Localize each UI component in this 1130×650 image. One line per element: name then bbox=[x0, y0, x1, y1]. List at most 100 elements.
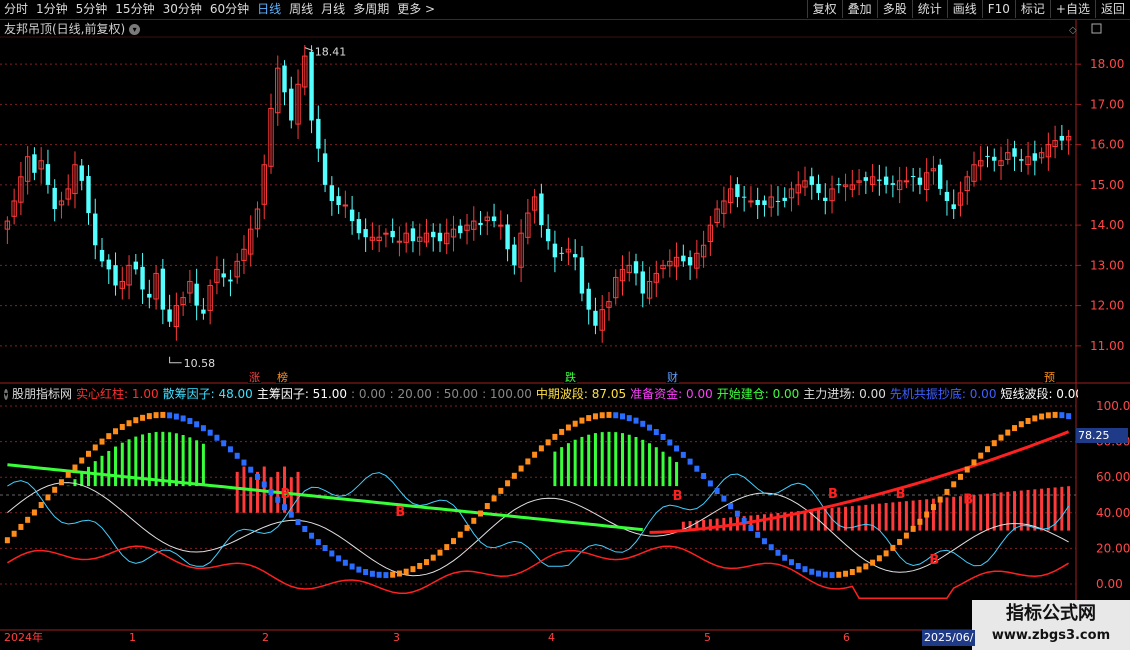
chevron-down-icon[interactable]: ▾ bbox=[4, 388, 9, 400]
buy-signal-5: B bbox=[929, 553, 939, 568]
candle-body-152 bbox=[1032, 153, 1038, 161]
event-tag-1: 榜 bbox=[277, 370, 288, 384]
wave-step-35 bbox=[241, 459, 247, 466]
wave-step-92 bbox=[626, 415, 632, 422]
wave-step-91 bbox=[619, 413, 625, 420]
wave-step-37 bbox=[254, 474, 260, 481]
date-axis: 2024年 1 2 3 4 5 6 2025/06/ bbox=[0, 630, 1076, 646]
buy-signal-6: B bbox=[963, 492, 973, 507]
wave-step-100 bbox=[680, 451, 686, 458]
chart-canvas[interactable]: 18.00 17.00 16.00 15.00 14.00 13.00 12.00 11.00… bbox=[0, 0, 1130, 650]
wave-step-122 bbox=[829, 572, 835, 579]
green-bar-22 bbox=[154, 432, 158, 487]
red-bar-113 bbox=[769, 513, 773, 531]
wave-step-145 bbox=[985, 446, 991, 453]
green-bar-97 bbox=[661, 451, 665, 487]
green-bar-92 bbox=[627, 434, 631, 487]
wave-step-12 bbox=[85, 450, 91, 457]
wave-step-73 bbox=[498, 487, 504, 494]
red-bar-146 bbox=[992, 493, 996, 531]
wave-step-138 bbox=[937, 496, 943, 503]
wave-step-39 bbox=[268, 489, 274, 496]
green-bar-82 bbox=[560, 447, 564, 487]
wave-step-140 bbox=[951, 481, 957, 488]
wave-step-114 bbox=[775, 549, 781, 556]
red-bar-129 bbox=[877, 503, 881, 531]
candle-body-109 bbox=[741, 196, 747, 198]
candle-body-19 bbox=[133, 261, 139, 270]
candle-body-101 bbox=[687, 257, 693, 266]
wave-step-115 bbox=[782, 554, 788, 561]
indicator-name[interactable]: 股朋指标网 bbox=[12, 386, 72, 402]
candle-body-23 bbox=[160, 268, 166, 310]
wave-step-41 bbox=[282, 504, 288, 511]
candle-body-140 bbox=[951, 204, 956, 210]
indicator-field-3: : 0.00 bbox=[351, 387, 386, 401]
wave-step-15 bbox=[106, 433, 112, 440]
green-bar-93 bbox=[634, 436, 638, 487]
candle-body-108 bbox=[735, 184, 740, 197]
wave-step-43 bbox=[295, 518, 301, 525]
wave-step-87 bbox=[592, 413, 598, 420]
wave-step-63 bbox=[430, 554, 436, 561]
candle-body-131 bbox=[890, 183, 896, 185]
wave-step-65 bbox=[444, 544, 450, 551]
candle-body-145 bbox=[985, 155, 990, 157]
buy-signal-4: B bbox=[896, 487, 906, 502]
red-bar-141 bbox=[958, 496, 962, 531]
wave-step-111 bbox=[755, 531, 761, 538]
wave-step-93 bbox=[633, 417, 639, 424]
wave-step-143 bbox=[971, 459, 977, 466]
indicator-field-7: 中期波段: 87.05 bbox=[535, 387, 627, 401]
candle-body-50 bbox=[342, 204, 349, 207]
red-mid-bar-34 bbox=[235, 471, 239, 513]
date-label-5: 5 bbox=[704, 631, 711, 644]
candle-body-51 bbox=[349, 209, 355, 222]
wave-step-19 bbox=[133, 417, 139, 424]
wave-step-46 bbox=[315, 539, 321, 546]
price-label-4: 14.00 bbox=[1090, 218, 1124, 232]
candle-body-127 bbox=[863, 177, 869, 181]
green-bar-10 bbox=[73, 479, 77, 487]
green-bar-25 bbox=[174, 433, 178, 487]
candle-body-7 bbox=[52, 187, 57, 210]
red-mid-bar-43 bbox=[296, 471, 300, 513]
wave-step-121 bbox=[822, 571, 828, 578]
wave-step-82 bbox=[559, 428, 565, 435]
wave-step-148 bbox=[1005, 429, 1011, 436]
candle-body-82 bbox=[559, 252, 564, 254]
green-bar-87 bbox=[593, 433, 597, 487]
wave-step-149 bbox=[1012, 425, 1018, 432]
wave-step-156 bbox=[1059, 412, 1065, 419]
candle-body-24 bbox=[167, 309, 172, 322]
red-bar-106 bbox=[722, 517, 726, 531]
wave-step-53 bbox=[363, 569, 369, 576]
wave-step-48 bbox=[329, 550, 335, 557]
price-label-1: 17.00 bbox=[1090, 97, 1124, 111]
red-bar-139 bbox=[945, 497, 949, 531]
candle-body-48 bbox=[329, 185, 335, 201]
watermark-line1: 指标公式网 bbox=[1006, 603, 1096, 624]
event-tag-4: 预 bbox=[1044, 371, 1055, 384]
wave-step-56 bbox=[383, 572, 389, 579]
wave-step-21 bbox=[146, 413, 152, 420]
candle-body-20 bbox=[140, 266, 145, 290]
wave-step-147 bbox=[998, 434, 1004, 441]
wave-step-109 bbox=[741, 517, 747, 524]
wave-step-99 bbox=[674, 445, 680, 452]
wave-step-78 bbox=[532, 451, 538, 458]
date-label-7: 2025/06/ bbox=[922, 630, 976, 646]
red-bar-149 bbox=[1013, 491, 1017, 531]
wave-step-9 bbox=[65, 471, 71, 478]
price-label-7: 11.00 bbox=[1090, 339, 1124, 353]
wave-step-103 bbox=[701, 472, 707, 479]
wave-step-102 bbox=[694, 465, 700, 472]
candle-body-110 bbox=[748, 200, 754, 203]
candle-body-130 bbox=[883, 176, 889, 185]
wave-step-55 bbox=[376, 571, 382, 578]
green-bar-90 bbox=[614, 432, 618, 487]
wave-step-105 bbox=[714, 488, 720, 495]
wave-step-36 bbox=[248, 466, 254, 473]
wave-step-24 bbox=[167, 412, 173, 419]
wave-step-98 bbox=[667, 439, 673, 446]
